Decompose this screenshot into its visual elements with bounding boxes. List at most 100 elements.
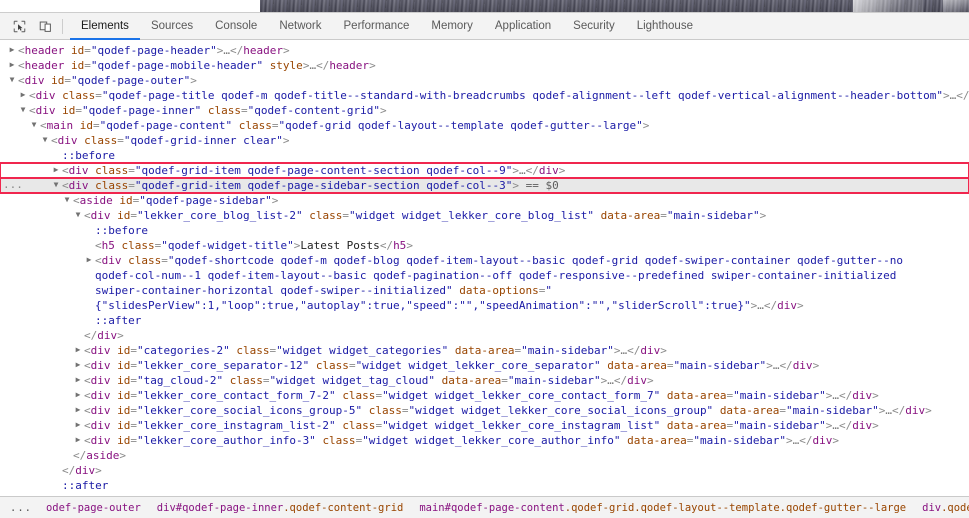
dom-node-row[interactable]: <div id="qodef-page-outer"> [0,73,969,88]
expand-arrow-icon[interactable] [73,388,83,403]
token-tag: div [792,359,813,372]
token-punct: = [130,209,137,222]
collapse-arrow-icon[interactable] [40,133,50,148]
collapse-arrow-icon[interactable] [62,193,72,208]
dom-node-row[interactable]: <div id="qodef-page-inner" class="qodef-… [0,103,969,118]
token-punct: = [95,89,102,102]
dom-node-row[interactable]: ::before [0,223,969,238]
expand-arrow-icon[interactable] [73,343,83,358]
collapse-arrow-icon[interactable] [73,208,83,223]
token-val: "main-sidebar" [733,419,826,432]
breadcrumb-item[interactable]: odef-page-outer [38,502,149,514]
dom-tree[interactable]: <header id="qodef-page-header">…</header… [0,40,969,496]
token-tag: div [905,404,926,417]
expand-arrow-icon[interactable] [73,418,83,433]
token-val: "qodef-page-sidebar" [139,194,272,207]
collapse-arrow-icon[interactable] [7,73,17,88]
dom-node-row[interactable]: <div id="lekker_core_contact_form_7-2" c… [0,388,969,403]
token-val: "lekker_core_social_icons_group-5" [137,404,363,417]
dom-node-row[interactable]: <aside id="qodef-page-sidebar"> [0,193,969,208]
dom-node-row[interactable]: ::after [0,478,969,493]
dom-node-row[interactable]: <div id="categories-2" class="widget wid… [0,343,969,358]
dom-node-row[interactable]: <div class="qodef-shortcode qodef-m qode… [0,253,969,313]
inspect-cursor-icon[interactable] [6,15,32,37]
token-attr: id [117,374,131,387]
expand-arrow-icon[interactable] [73,433,83,448]
expand-arrow-icon[interactable] [18,88,28,103]
breadcrumb-item[interactable]: main#qodef-page-content.qodef-grid.qodef… [411,502,914,514]
token-punct: </ [62,464,76,477]
tab-lighthouse[interactable]: Lighthouse [626,13,704,40]
dom-node-row[interactable]: </div> [0,463,969,478]
expand-arrow-icon[interactable] [84,253,94,268]
token-attr: class [342,389,376,402]
token-punct: </ [627,344,641,357]
dom-node-markup: <h5 class="qodef-widget-title">Latest Po… [95,238,413,253]
dom-node-row[interactable]: <div id="lekker_core_blog_list-2" class=… [0,208,969,223]
token-val: "widget widget_categories" [276,344,449,357]
dom-node-markup: ::before [62,148,115,163]
token-tag: div [90,209,111,222]
expand-arrow-icon[interactable] [7,43,17,58]
token-punct: > [660,344,667,357]
dom-node-row[interactable]: <div class="qodef-grid-inner clear"> [0,133,969,148]
breadcrumb-item[interactable]: div#qodef-page-inner.qodef-content-grid [149,502,412,514]
dom-node-row[interactable]: <div id="lekker_core_author_info-3" clas… [0,433,969,448]
token-punct: < [51,134,58,147]
expand-arrow-icon[interactable] [7,58,17,73]
expand-arrow-icon[interactable] [73,373,83,388]
dom-node-row[interactable]: ::before [0,148,969,163]
token-punct: = [660,209,667,222]
token-attr: class [322,434,356,447]
breadcrumb-overflow[interactable]: ... [8,502,38,514]
token-pseudo: ::after [62,479,109,492]
dom-node-row[interactable]: <header id="qodef-page-mobile-header" st… [0,58,969,73]
breadcrumb-tag: odef-page-outer [45,501,141,514]
tab-memory[interactable]: Memory [420,13,484,40]
dom-node-row[interactable]: <h5 class="qodef-widget-title">Latest Po… [0,238,969,253]
tab-sources[interactable]: Sources [140,13,204,40]
breadcrumb-item[interactable]: div.qodef-grid-inner.clear [914,502,969,514]
expand-arrow-icon[interactable] [73,403,83,418]
dom-node-row[interactable]: </div> [0,328,969,343]
collapse-arrow-icon[interactable] [29,118,39,133]
dom-node-row[interactable]: </aside> [0,448,969,463]
tab-network[interactable]: Network [268,13,332,40]
collapse-arrow-icon[interactable] [18,103,28,118]
breadcrumb-tag: div#qodef-page-inner [156,501,284,514]
tab-console[interactable]: Console [204,13,268,40]
token-punct: < [84,374,91,387]
collapse-arrow-icon[interactable] [51,178,61,193]
tab-application[interactable]: Application [484,13,562,40]
token-punct: < [95,239,102,252]
tab-security[interactable]: Security [562,13,626,40]
dom-node-row[interactable]: ::after [0,313,969,328]
dom-node-row[interactable]: <header id="qodef-page-header">…</header… [0,43,969,58]
token-punct: > [380,104,387,117]
node-overflow-menu-icon[interactable]: ... [3,178,23,193]
dom-node-row[interactable]: <div id="lekker_core_separator-12" class… [0,358,969,373]
dom-node-row[interactable]: <div id="lekker_core_instagram_list-2" c… [0,418,969,433]
token-attr: id [117,359,131,372]
tab-elements[interactable]: Elements [70,13,140,40]
dom-node-row[interactable]: <main id="qodef-page-content" class="qod… [0,118,969,133]
token-attr: data-area [719,404,780,417]
device-toolbar-icon[interactable] [32,15,58,37]
dom-tree-panel[interactable]: <header id="qodef-page-header">…</header… [0,40,969,496]
breadcrumb[interactable]: ... odef-page-outer div#qodef-page-inner.q… [0,496,969,518]
dom-node-row[interactable]: <div class="qodef-page-title qodef-m qod… [0,88,969,103]
tab-performance[interactable]: Performance [333,13,421,40]
dom-node-row[interactable]: <div id="tag_cloud-2" class="widget widg… [0,373,969,388]
token-attr: id [71,44,85,57]
token-tag: div [777,299,798,312]
expand-arrow-icon[interactable] [51,163,61,178]
token-ellip: … [223,44,230,57]
token-tag: div [627,374,647,387]
dom-node-row[interactable]: <div id="lekker_core_social_icons_group-… [0,403,969,418]
expand-arrow-icon[interactable] [73,358,83,373]
token-attr: data-area [666,419,727,432]
token-attr: id [71,59,85,72]
dom-node-row[interactable]: <div class="qodef-grid-item qodef-page-c… [0,162,969,179]
dom-node-row[interactable]: ... <div class="qodef-grid-item qodef-pag… [0,177,969,194]
